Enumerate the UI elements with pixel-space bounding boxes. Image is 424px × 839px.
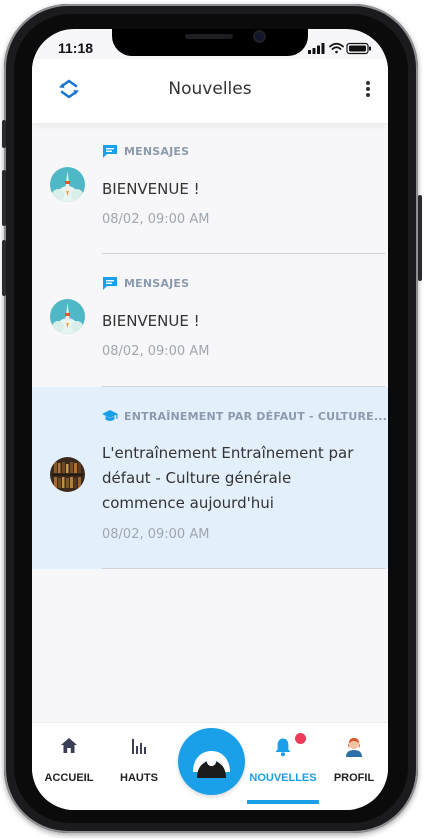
center-action-button[interactable]	[178, 728, 245, 795]
wifi-icon	[329, 42, 344, 54]
active-tab-indicator	[247, 800, 319, 804]
notification-list: MENSAJES BIENVENUE ! 08/02, 09:00 AM MEN…	[32, 123, 388, 569]
battery-icon	[346, 42, 371, 55]
notification-message: L'entraînement Entraînement par défaut -…	[102, 444, 354, 512]
page-title: Nouvelles	[168, 79, 252, 99]
volume-up-button	[2, 170, 6, 226]
notification-time: 08/02, 09:00 AM	[102, 212, 210, 227]
status-icons	[308, 42, 371, 55]
volume-down-button	[2, 240, 6, 296]
bell-icon	[275, 738, 291, 757]
divider	[102, 568, 385, 569]
notification-category: MENSAJES	[102, 144, 189, 159]
bar-chart-icon	[132, 739, 146, 754]
rocket-avatar	[50, 299, 85, 334]
chat-bubble-icon	[103, 277, 117, 290]
eye-logo-icon	[193, 751, 230, 778]
status-time: 11:18	[58, 40, 94, 56]
nav-label: NOUVELLES	[249, 772, 317, 784]
notification-category: MENSAJES	[102, 276, 189, 291]
notification-badge	[295, 733, 306, 744]
rocket-avatar	[50, 167, 85, 202]
signal-icon	[308, 43, 325, 54]
nav-label: ACCUEIL	[44, 772, 94, 784]
nav-label: HAUTS	[120, 772, 158, 784]
power-button	[418, 195, 422, 281]
nav-item-profil[interactable]: PROFIL	[319, 723, 388, 805]
nav-item-hauts[interactable]: HAUTS	[104, 723, 174, 805]
home-icon	[61, 738, 77, 753]
graduation-cap-icon	[102, 410, 118, 421]
library-avatar	[50, 457, 85, 492]
nav-item-nouvelles[interactable]: NOUVELLES	[248, 723, 318, 805]
screen: 11:18 Nouvelles MENSAJES BIENVENUE ! 08/…	[32, 29, 388, 810]
mute-switch	[2, 120, 6, 148]
speaker-grille	[185, 34, 233, 39]
more-vertical-icon[interactable]	[360, 77, 376, 101]
notification-item[interactable]: ENTRAÎNEMENT PAR DÉFAUT - CULTURE... L'e…	[32, 387, 388, 569]
nav-label: PROFIL	[333, 772, 375, 784]
notification-item[interactable]: MENSAJES BIENVENUE ! 08/02, 09:00 AM	[32, 123, 388, 254]
notification-time: 08/02, 09:00 AM	[102, 527, 210, 542]
notification-item[interactable]: MENSAJES BIENVENUE ! 08/02, 09:00 AM	[32, 254, 388, 387]
user-avatar-icon	[346, 738, 362, 757]
notch	[112, 29, 308, 56]
nav-item-accueil[interactable]: ACCUEIL	[34, 723, 104, 805]
notification-message: BIENVENUE !	[102, 180, 200, 198]
notification-message: BIENVENUE !	[102, 312, 200, 330]
chat-bubble-icon	[103, 145, 117, 158]
notification-time: 08/02, 09:00 AM	[102, 344, 210, 359]
front-camera	[255, 32, 264, 41]
notification-category: ENTRAÎNEMENT PAR DÉFAUT - CULTURE...	[102, 409, 387, 423]
app-bar: Nouvelles	[32, 59, 388, 123]
